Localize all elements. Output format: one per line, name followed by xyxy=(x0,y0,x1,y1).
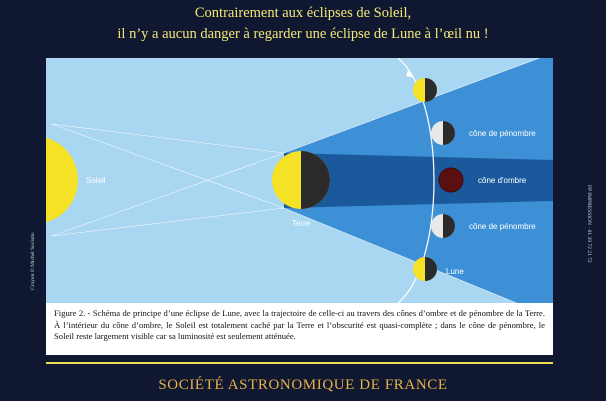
penumbra-bottom-label: cône de pénombre xyxy=(469,222,536,231)
moon-label: Lune xyxy=(446,267,464,276)
moon-3-eclipsed xyxy=(438,167,464,193)
umbra-label: cône d'ombre xyxy=(478,176,527,185)
figure-caption: Figure 2. - Schéma de principe d’une écl… xyxy=(46,303,553,355)
moon-5 xyxy=(413,257,437,281)
illustration-credit: Crayon © Michel Saviatis xyxy=(30,232,36,291)
penumbra-top-label: cône de pénombre xyxy=(469,129,536,138)
sun xyxy=(46,137,78,223)
moon-2 xyxy=(431,121,455,145)
headline-line-1: Contrairement aux éclipses de Soleil, xyxy=(194,5,412,21)
eclipse-diagram: Soleil Terre cône de pénombre cône d'omb… xyxy=(46,58,553,303)
society-name: SOCIÉTÉ ASTRONOMIQUE DE FRANCE xyxy=(158,377,448,393)
headline: Contrairement aux éclipses de Soleil, il… xyxy=(0,0,606,48)
headline-line-2: il n’y a aucun danger à regarder une écl… xyxy=(117,26,489,42)
eclipse-diagram-svg: Soleil Terre cône de pénombre cône d'omb… xyxy=(46,58,553,303)
caption-text: Figure 2. - Schéma de principe d’une écl… xyxy=(54,308,545,341)
moon-1 xyxy=(413,78,437,102)
earth-label: Terre xyxy=(292,219,311,228)
sun-label: Soleil xyxy=(86,176,106,185)
printer-credit: FP IMPRESSION · 01 39 72 21 72 xyxy=(586,185,592,263)
divider-rule xyxy=(46,362,553,364)
moon-4 xyxy=(431,214,455,238)
